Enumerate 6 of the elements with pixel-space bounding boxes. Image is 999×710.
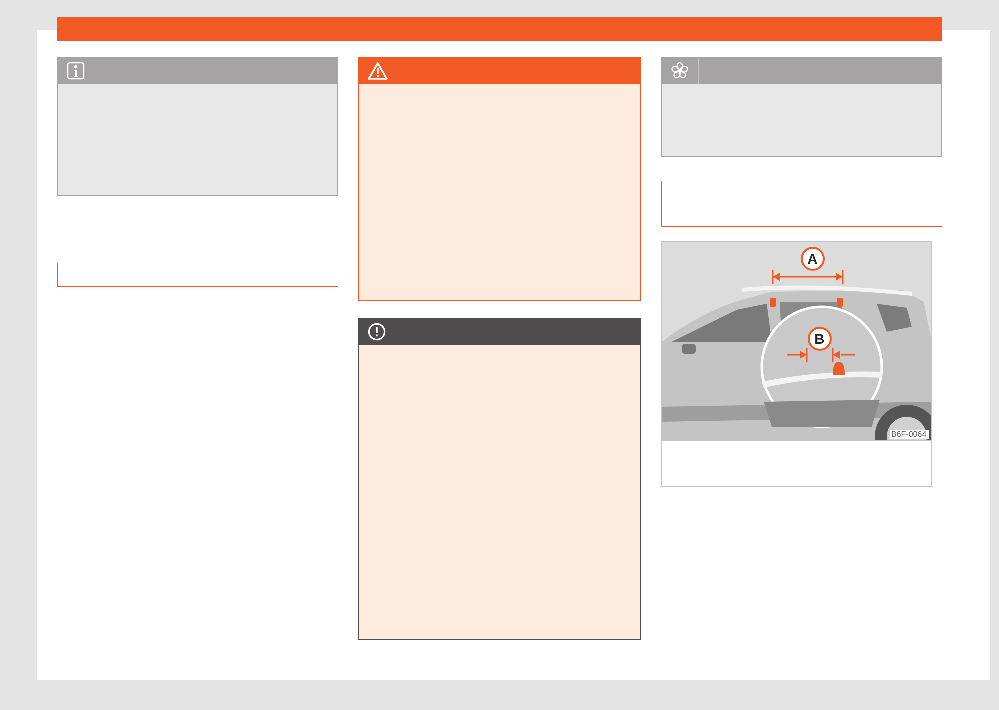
exclamation-circle-icon bbox=[368, 323, 386, 341]
info-icon bbox=[67, 62, 85, 80]
figure-code: B6F-0064 bbox=[890, 430, 929, 439]
flower-icon bbox=[670, 62, 689, 80]
warning-icon bbox=[368, 62, 388, 80]
dimension-arrow bbox=[786, 348, 855, 362]
